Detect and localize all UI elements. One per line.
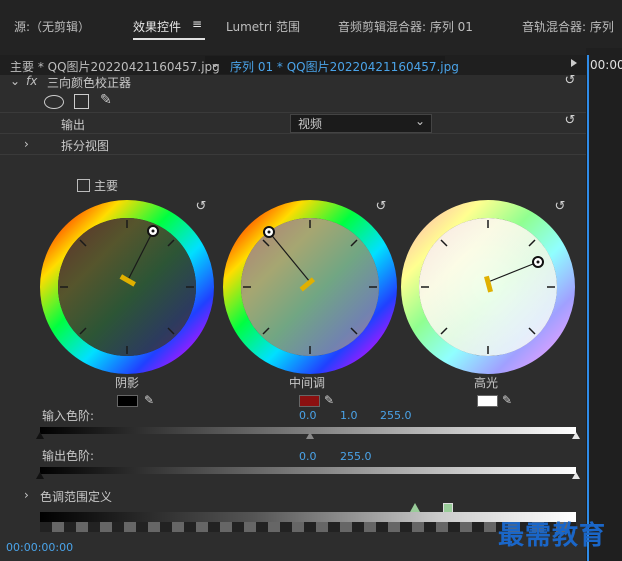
reset-icon[interactable]: ↺: [563, 114, 577, 128]
tonal-range-checker: [40, 522, 576, 532]
active-tab-indicator: [133, 38, 205, 40]
expand-chevron-icon[interactable]: ›: [24, 488, 29, 502]
output-levels-label: 输出色阶:: [42, 449, 95, 463]
midtones-color-swatch[interactable]: [299, 395, 320, 407]
shadows-label: 阴影: [115, 376, 140, 390]
input-white-handle[interactable]: [572, 432, 580, 439]
watermark-logo: 最需教育: [498, 521, 607, 551]
eyedropper-icon[interactable]: ✎: [324, 393, 338, 407]
timeline-area: [586, 48, 622, 561]
eyedropper-icon[interactable]: ✎: [144, 393, 158, 407]
chevron-down-icon[interactable]: ⌄: [210, 56, 220, 70]
playhead[interactable]: [587, 55, 589, 561]
highlights-label: 高光: [474, 376, 499, 390]
rectangle-mask-icon[interactable]: [74, 94, 89, 109]
output-black-handle[interactable]: [36, 472, 44, 479]
sequence-clip-label[interactable]: 序列 01 * QQ图片20220421160457.jpg: [230, 58, 459, 75]
master-checkbox-label: 主要: [94, 179, 119, 193]
input-white-value[interactable]: 255.0: [380, 409, 412, 422]
expand-chevron-icon[interactable]: ›: [24, 137, 29, 151]
chevron-down-icon: ⌄: [415, 114, 426, 128]
output-levels-slider[interactable]: [40, 467, 576, 474]
tab-source[interactable]: 源:（无剪辑）: [14, 18, 90, 35]
timeline-timecode: 00:00: [590, 58, 622, 72]
eyedropper-icon[interactable]: ✎: [502, 393, 516, 407]
output-white-handle[interactable]: [572, 472, 580, 479]
row-divider: [0, 133, 586, 134]
output-black-value[interactable]: 0.0: [299, 450, 317, 463]
output-white-value[interactable]: 255.0: [340, 450, 372, 463]
tab-lumetri-scopes[interactable]: Lumetri 范围: [226, 18, 300, 35]
current-timecode[interactable]: 00:00:00:00: [6, 541, 73, 554]
split-view-label: 拆分视图: [61, 139, 110, 153]
fx-badge[interactable]: fx: [26, 74, 37, 88]
collapse-chevron-icon[interactable]: ⌄: [10, 74, 20, 88]
tab-audio-track-mixer[interactable]: 音轨混合器: 序列: [522, 18, 614, 35]
shadows-color-swatch[interactable]: [117, 395, 138, 407]
master-clip-label[interactable]: 主要 * QQ图片20220421160457.jpg: [10, 58, 220, 75]
input-black-value[interactable]: 0.0: [299, 409, 317, 422]
color-wheels-svg: [40, 200, 575, 374]
input-black-handle[interactable]: [36, 432, 44, 439]
panel-menu-icon[interactable]: ≡: [192, 17, 202, 31]
pen-mask-icon[interactable]: ✎: [100, 92, 112, 108]
input-gamma-handle[interactable]: [306, 432, 314, 439]
effect-title: 三向颜色校正器: [47, 76, 132, 90]
tonal-range-handle[interactable]: [410, 503, 420, 512]
tonal-range-bar[interactable]: [40, 512, 576, 522]
output-dropdown-value: 视频: [298, 117, 323, 131]
ellipse-mask-icon[interactable]: [44, 95, 64, 109]
row-divider: [0, 154, 586, 155]
tab-effect-controls[interactable]: 效果控件: [133, 18, 181, 35]
master-checkbox[interactable]: [77, 179, 90, 192]
tonal-range-label: 色调范围定义: [40, 490, 113, 504]
input-gamma-value[interactable]: 1.0: [340, 409, 358, 422]
row-divider: [0, 112, 586, 113]
input-levels-label: 输入色阶:: [42, 409, 95, 423]
reset-icon[interactable]: ↺: [563, 74, 577, 88]
midtones-label: 中间调: [289, 376, 326, 390]
highlights-color-swatch[interactable]: [477, 395, 498, 407]
tab-audio-clip-mixer[interactable]: 音频剪辑混合器: 序列 01: [338, 18, 473, 35]
output-label: 输出: [61, 118, 86, 132]
play-icon[interactable]: [571, 59, 577, 67]
